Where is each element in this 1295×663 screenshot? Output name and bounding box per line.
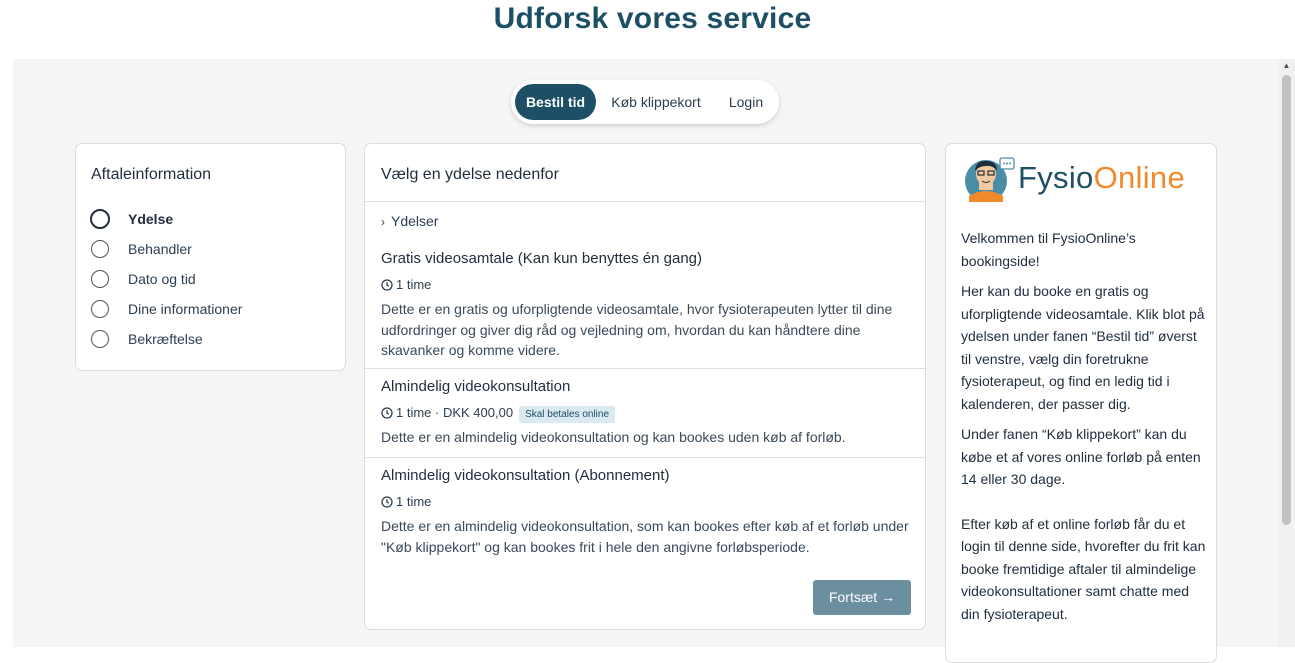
tab-bestil-tid[interactable]: Bestil tid	[515, 84, 596, 120]
fysioonline-logo: FysioOnline	[962, 152, 1207, 206]
appointment-info-card: Aftaleinformation Ydelse Behandler Dato …	[75, 143, 346, 371]
chevron-right-icon: ›	[381, 215, 385, 229]
sidebar-paragraph: Efter køb af et online forløb får du et …	[961, 515, 1206, 622]
service-name: Gratis videosamtale (Kan kun benyttes én…	[381, 250, 703, 267]
service-name: Almindelig videokonsultation (Abonnement…	[381, 467, 670, 484]
scrollbar-thumb[interactable]	[1282, 75, 1291, 525]
therapist-avatar-icon	[965, 157, 1015, 202]
service-item-almindelig-videokonsultation[interactable]: Almindelig videokonsultation 1 time · DK…	[381, 378, 911, 448]
service-name: Almindelig videokonsultation	[381, 378, 571, 395]
service-description: Dette er en gratis og uforpligtende vide…	[381, 301, 893, 358]
appointment-info-title: Aftaleinformation	[91, 166, 212, 183]
service-description: Dette er en almindelig videokonsultation…	[381, 518, 909, 555]
step-circle-icon	[90, 209, 110, 229]
step-circle-icon	[91, 300, 109, 318]
step-label: Behandler	[128, 241, 192, 257]
service-meta: 1 time · DKK 400,00 Skal betales online	[381, 404, 911, 423]
info-sidebar-card: FysioOnline Velkommen til FysioOnline’s …	[945, 143, 1217, 663]
continue-label: Fortsæt	[828, 589, 878, 605]
sidebar-paragraph: Her kan du booke en gratis og uforpligte…	[961, 283, 1205, 412]
booking-tabs: Bestil tid Køb klippekort Login	[511, 80, 779, 124]
service-meta: 1 time	[381, 276, 911, 294]
service-selection-card: Vælg en ydelse nedenfor › Ydelser Gratis …	[364, 143, 926, 630]
service-duration: 1 time	[396, 405, 432, 420]
service-selection-title: Vælg en ydelse nedenfor	[381, 166, 559, 183]
service-duration: 1 time	[396, 494, 432, 509]
step-circle-icon	[91, 240, 109, 258]
breadcrumb[interactable]: › Ydelser	[381, 213, 438, 229]
clock-icon	[381, 279, 393, 291]
service-item-gratis-videosamtale[interactable]: Gratis videosamtale (Kan kun benyttes én…	[381, 250, 911, 361]
step-label: Dine informationer	[128, 301, 243, 317]
service-item-abonnement[interactable]: Almindelig videokonsultation (Abonnement…	[381, 467, 911, 557]
service-description: Dette er en almindelig videokonsultation…	[381, 429, 846, 445]
step-label: Bekræftelse	[128, 331, 203, 347]
step-label: Dato og tid	[128, 271, 196, 287]
service-price: · DKK 400,00	[431, 405, 514, 420]
payment-badge: Skal betales online	[519, 406, 616, 423]
scrollbar[interactable]: ▲	[1278, 59, 1295, 647]
divider	[365, 457, 925, 458]
clock-icon	[381, 407, 393, 419]
sidebar-text: Velkommen til FysioOnline’s bookingside!…	[961, 227, 1206, 633]
service-duration: 1 time	[396, 277, 432, 292]
step-label: Ydelse	[128, 211, 174, 227]
tab-koeb-klippekort[interactable]: Køb klippekort	[600, 84, 712, 120]
page-title: Udforsk vores service	[493, 2, 812, 35]
step-circle-icon	[91, 330, 109, 348]
logo-wordmark: FysioOnline	[1018, 160, 1185, 195]
divider	[365, 201, 925, 202]
sidebar-paragraph: Under fanen “Køb klippekort” kan du købe…	[961, 426, 1201, 487]
continue-button[interactable]: Fortsæt →	[813, 580, 911, 615]
service-meta: 1 time	[381, 493, 911, 511]
tab-login[interactable]: Login	[718, 84, 774, 120]
arrow-right-icon: →	[881, 589, 896, 605]
step-circle-icon	[91, 270, 109, 288]
scroll-up-arrow-icon[interactable]: ▲	[1278, 61, 1295, 71]
clock-icon	[381, 496, 393, 508]
divider	[365, 368, 925, 369]
sidebar-paragraph: Velkommen til FysioOnline’s bookingside!	[961, 230, 1136, 269]
breadcrumb-label: Ydelser	[391, 213, 439, 229]
